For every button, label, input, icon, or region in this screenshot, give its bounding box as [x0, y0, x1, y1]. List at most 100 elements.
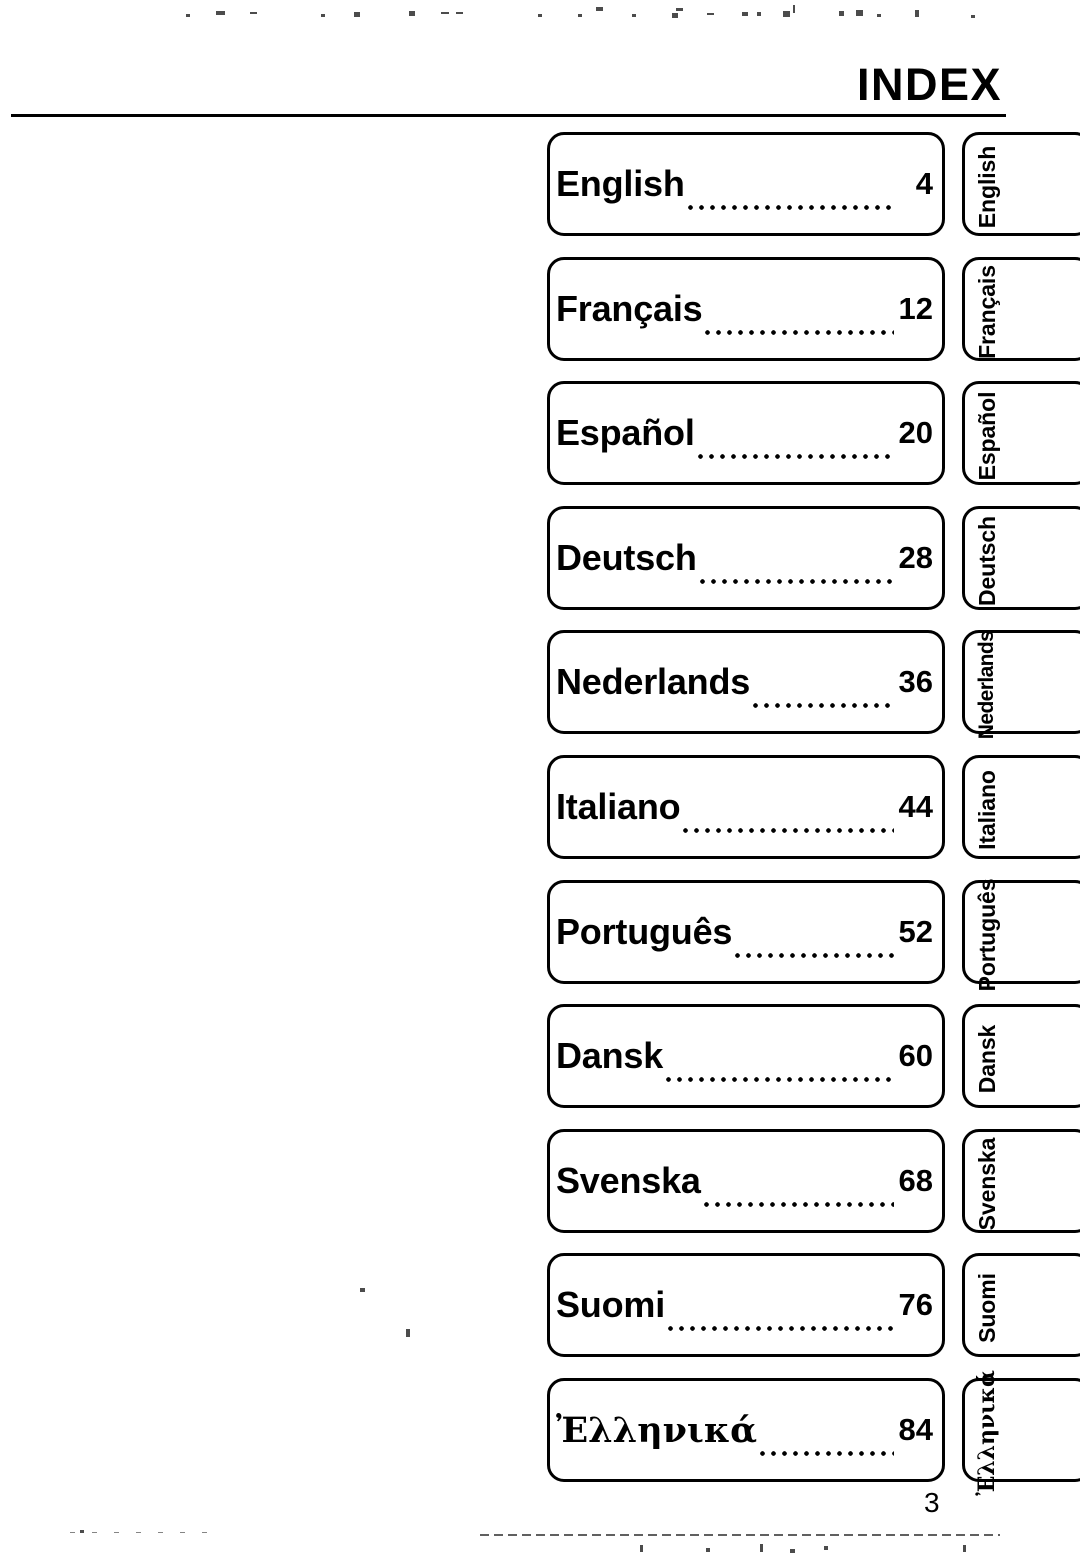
- side-tab-label: Español: [973, 391, 1000, 481]
- scan-speckle: [640, 1545, 643, 1552]
- scan-speckle: [360, 1288, 365, 1292]
- language-entry-content: Ἐλληνικά 84: [556, 1378, 933, 1482]
- scan-speckle: [250, 12, 257, 14]
- scan-speckle: [578, 14, 582, 17]
- language-name: Svenska: [556, 1160, 701, 1201]
- dot-leader: [666, 1052, 894, 1086]
- scan-line-artifact: [70, 1532, 220, 1533]
- language-entry-français[interactable]: Français 12: [547, 257, 945, 361]
- side-tab-label: Dansk: [973, 1024, 1000, 1094]
- scan-speckle: [321, 14, 325, 17]
- side-tab-svenska[interactable]: Svenska: [962, 1129, 1080, 1233]
- language-entry-english[interactable]: English 4: [547, 132, 945, 236]
- dot-leader: [735, 928, 894, 962]
- language-page-number: 28: [898, 540, 933, 575]
- language-entry-italiano[interactable]: Italiano 44: [547, 755, 945, 859]
- dot-leader: [753, 678, 894, 712]
- scan-speckle: [216, 11, 225, 15]
- dot-leader: [687, 180, 894, 214]
- scan-speckle: [742, 12, 748, 16]
- page-title: INDEX: [856, 59, 1002, 110]
- scan-speckle: [707, 13, 714, 15]
- scan-speckle: [186, 14, 190, 17]
- language-entry-content: Nederlands 36: [556, 630, 933, 734]
- scan-speckle: [676, 8, 683, 11]
- side-tab-ἐλληνικά[interactable]: Ἐλληνικά: [962, 1370, 1080, 1496]
- side-tab-label: Français: [973, 265, 1000, 359]
- language-page-number: 52: [898, 914, 933, 949]
- language-name: English: [556, 163, 685, 204]
- language-entry-content: Suomi 76: [556, 1253, 933, 1357]
- side-tab-label: Português: [973, 878, 1000, 992]
- dot-leader: [703, 1177, 894, 1211]
- side-tab-english[interactable]: English: [962, 132, 1080, 236]
- scan-speckle: [760, 1544, 763, 1552]
- language-entry-suomi[interactable]: Suomi 76: [547, 1253, 945, 1357]
- scan-speckle: [441, 12, 449, 14]
- scan-speckle: [456, 12, 463, 14]
- language-entry-nederlands[interactable]: Nederlands 36: [547, 630, 945, 734]
- scan-speckle: [596, 7, 603, 11]
- side-tab-deutsch[interactable]: Deutsch: [962, 506, 1080, 610]
- language-entry-português[interactable]: Português 52: [547, 880, 945, 984]
- side-tab-português[interactable]: Português: [962, 878, 1080, 992]
- side-tab-français[interactable]: Français: [962, 257, 1080, 361]
- side-tab-label: Nederlands: [975, 630, 998, 740]
- language-entry-dansk[interactable]: Dansk 60: [547, 1004, 945, 1108]
- language-entry-svenska[interactable]: Svenska 68: [547, 1129, 945, 1233]
- language-entry-content: Deutsch 28: [556, 506, 933, 610]
- language-name: Nederlands: [556, 661, 751, 702]
- language-entry-content: Français 12: [556, 257, 933, 361]
- language-name: Español: [556, 412, 695, 453]
- language-entry-ἐλληνικά[interactable]: Ἐλληνικά 84: [547, 1378, 945, 1482]
- side-tab-label: Italiano: [973, 770, 1000, 850]
- language-page-number: 76: [898, 1287, 933, 1322]
- side-tab-italiano[interactable]: Italiano: [962, 755, 1080, 859]
- scan-speckle: [672, 13, 678, 18]
- scan-speckle: [406, 1329, 410, 1337]
- language-entry-content: Svenska 68: [556, 1129, 933, 1233]
- page-folio: 3: [924, 1487, 940, 1518]
- scan-speckle: [409, 11, 415, 16]
- side-tab-nederlands[interactable]: Nederlands: [962, 630, 1080, 740]
- language-page-number: 4: [915, 166, 933, 201]
- language-entry-content: Dansk 60: [556, 1004, 933, 1108]
- language-entry-content: Español 20: [556, 381, 933, 485]
- side-tab-label: Ἐλληνικά: [974, 1370, 1000, 1496]
- language-entry-content: English 4: [556, 132, 933, 236]
- side-tab-suomi[interactable]: Suomi: [962, 1253, 1080, 1357]
- side-tab-dansk[interactable]: Dansk: [962, 1004, 1080, 1108]
- language-name: Suomi: [556, 1284, 666, 1325]
- dot-leader: [699, 554, 894, 588]
- side-tab-label: English: [973, 145, 1000, 229]
- scan-line-artifact: [480, 1534, 1000, 1536]
- language-entry-content: Português 52: [556, 880, 933, 984]
- scan-speckle: [538, 14, 542, 17]
- language-page-number: 68: [898, 1163, 933, 1198]
- header-divider: [11, 114, 1006, 117]
- language-entry-español[interactable]: Español 20: [547, 381, 945, 485]
- language-name: Português: [556, 911, 733, 952]
- language-page-number: 60: [898, 1038, 933, 1073]
- dot-leader: [760, 1426, 894, 1460]
- dot-leader: [668, 1301, 894, 1335]
- language-page-number: 44: [898, 789, 933, 824]
- scan-speckle: [790, 1549, 795, 1553]
- language-page-number: 20: [898, 415, 933, 450]
- scan-speckle: [877, 14, 881, 17]
- side-tab-label: Svenska: [973, 1137, 1000, 1231]
- side-tab-español[interactable]: Español: [962, 381, 1080, 485]
- scan-speckle: [824, 1546, 828, 1550]
- scan-speckle: [793, 5, 795, 13]
- scan-speckle: [963, 1545, 966, 1552]
- language-name: Dansk: [556, 1035, 664, 1076]
- language-entry-deutsch[interactable]: Deutsch 28: [547, 506, 945, 610]
- scan-speckle: [839, 11, 844, 16]
- scan-speckle: [971, 15, 975, 18]
- language-name: Ἐλληνικά: [556, 1409, 758, 1451]
- dot-leader: [705, 305, 894, 339]
- dot-leader: [697, 429, 894, 463]
- scan-speckle: [757, 12, 761, 16]
- scan-speckle: [856, 10, 863, 16]
- language-page-number: 36: [898, 664, 933, 699]
